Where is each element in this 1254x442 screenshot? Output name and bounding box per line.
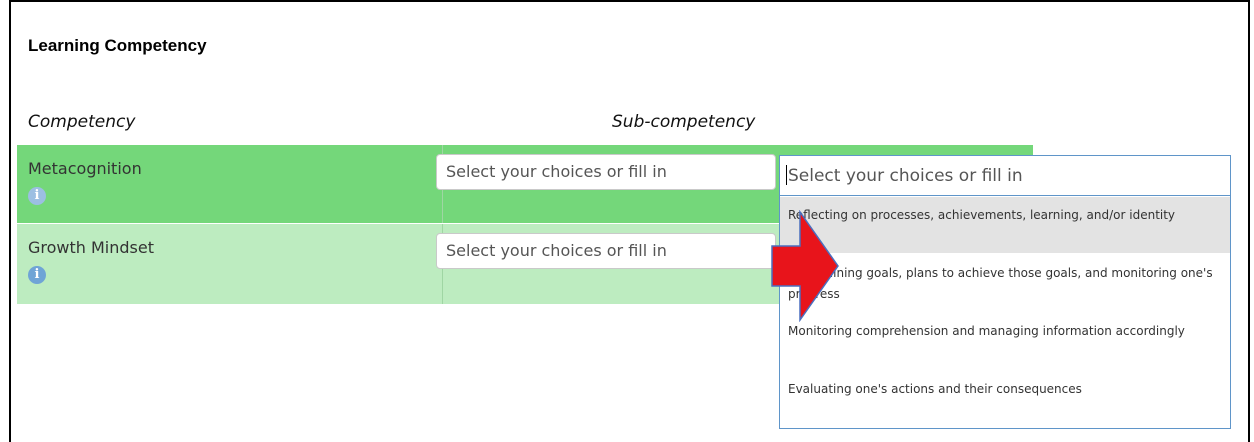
info-icon[interactable]: i [28, 187, 46, 205]
sub-competency-column-header: Sub-competency [612, 112, 756, 132]
competency-label: Growth Mindset [28, 238, 154, 257]
dropdown-input-placeholder: Select your choices or fill in [788, 166, 1023, 186]
dropdown-option[interactable]: Evaluating one's actions and their conse… [780, 371, 1230, 411]
competency-column-header: Competency [28, 112, 136, 132]
sub-competency-dropdown: Select your choices or fill in Reflectin… [779, 155, 1231, 429]
dropdown-search-input[interactable]: Select your choices or fill in [780, 156, 1230, 196]
section-title: Learning Competency [28, 36, 207, 55]
dropdown-options-list: Reflecting on processes, achievements, l… [780, 197, 1230, 411]
info-icon[interactable]: i [28, 266, 46, 284]
text-caret [786, 165, 787, 185]
sub-competency-select[interactable]: Select your choices or fill in [436, 154, 776, 190]
dropdown-option[interactable]: Monitoring comprehension and managing in… [780, 311, 1230, 371]
competency-label: Metacognition [28, 159, 142, 178]
dropdown-option[interactable]: Reflecting on processes, achievements, l… [780, 197, 1230, 253]
sub-competency-select[interactable]: Select your choices or fill in [436, 233, 776, 269]
pointer-arrow-icon [771, 210, 839, 322]
dropdown-option[interactable]: Determining goals, plans to achieve thos… [780, 253, 1230, 311]
